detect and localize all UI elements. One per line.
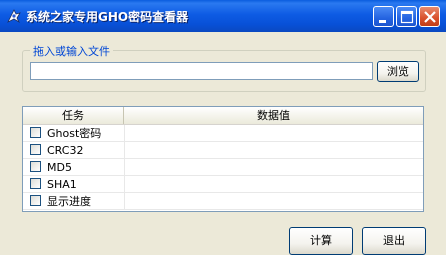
- list-row-show-progress[interactable]: 显示进度: [23, 193, 423, 210]
- list-row-md5[interactable]: MD5: [23, 159, 423, 176]
- checkbox-show-progress[interactable]: [30, 195, 41, 206]
- cell-divider: [124, 176, 125, 193]
- cell-divider: [124, 125, 125, 142]
- window-title: 系统之家专用GHO密码查看器: [26, 10, 189, 24]
- list-row-ghost-password[interactable]: Ghost密码: [23, 125, 423, 142]
- cell-divider: [124, 142, 125, 159]
- checkbox-md5[interactable]: [30, 161, 41, 172]
- list-row-crc32[interactable]: CRC32: [23, 142, 423, 159]
- list-header: 任务 数据值: [23, 107, 423, 125]
- cell-divider: [124, 193, 125, 210]
- column-header-value[interactable]: 数据值: [124, 107, 423, 124]
- file-path-input[interactable]: [30, 62, 373, 80]
- close-button[interactable]: [419, 6, 440, 27]
- minimize-button[interactable]: [373, 6, 394, 27]
- row-label: MD5: [47, 161, 72, 174]
- checkbox-crc32[interactable]: [30, 144, 41, 155]
- checkbox-ghost-password[interactable]: [30, 127, 41, 138]
- app-icon: [7, 9, 21, 24]
- list-row-sha1[interactable]: SHA1: [23, 176, 423, 193]
- maximize-icon: [400, 10, 414, 24]
- title-bar[interactable]: 系统之家专用GHO密码查看器: [0, 0, 446, 32]
- close-icon: [424, 11, 436, 23]
- row-label: Ghost密码: [47, 127, 102, 140]
- row-label: CRC32: [47, 144, 84, 157]
- row-label: SHA1: [47, 178, 77, 191]
- result-list[interactable]: 任务 数据值 Ghost密码 CRC32 MD5 SHA1 显示进度: [22, 106, 424, 212]
- maximize-button[interactable]: [396, 6, 417, 27]
- column-header-task[interactable]: 任务: [23, 107, 124, 124]
- cell-divider: [124, 159, 125, 176]
- file-group-label: 拖入或输入文件: [30, 43, 113, 59]
- checkbox-sha1[interactable]: [30, 178, 41, 189]
- row-label: 显示进度: [47, 195, 91, 208]
- app-window: 系统之家专用GHO密码查看器 拖入或输入文件 浏览 任务 数据值 Ghost密码…: [0, 0, 446, 255]
- browse-button[interactable]: 浏览: [377, 61, 419, 82]
- minimize-icon: [379, 20, 386, 23]
